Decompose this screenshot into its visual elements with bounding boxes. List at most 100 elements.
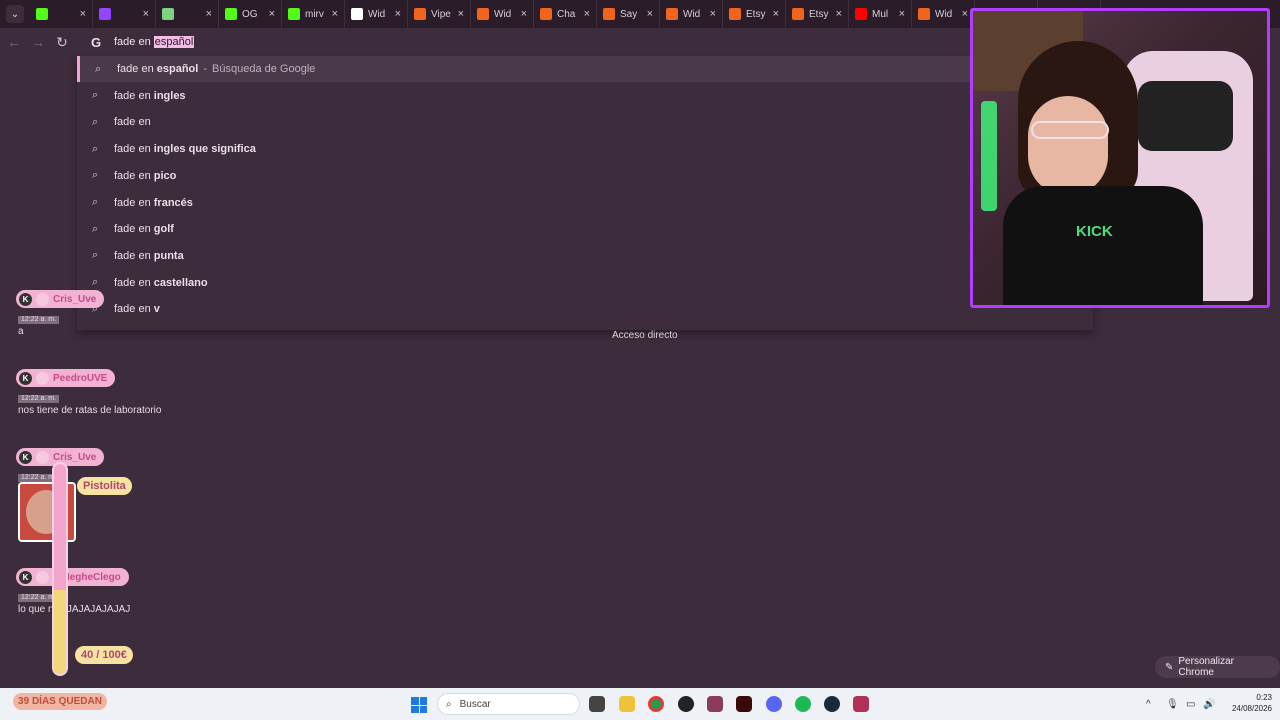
shortcut-label[interactable]: Acceso directo — [612, 330, 678, 341]
etsy-icon — [729, 8, 741, 20]
browser-tab[interactable]: OG × — [219, 0, 282, 28]
browser-tab[interactable]: × — [156, 0, 219, 28]
suggestion-completion: ingles — [153, 89, 186, 102]
browser-tab[interactable]: Say × — [597, 0, 660, 28]
suggestion-item[interactable]: ⌕ fade en francés — [77, 190, 1093, 216]
search-icon: ⌕ — [92, 169, 99, 182]
suggestion-item[interactable]: ⌕ fade en golf — [77, 216, 1093, 242]
suggestion-item[interactable]: ⌕ fade en castellano — [77, 270, 1093, 296]
close-tab-icon[interactable]: × — [458, 8, 464, 20]
omnibox-typed-text: fade en — [114, 36, 154, 48]
close-tab-icon[interactable]: × — [899, 8, 905, 20]
close-tab-icon[interactable]: × — [80, 8, 86, 20]
discord-icon[interactable] — [766, 696, 782, 712]
tab-search-button[interactable]: ⌄ — [6, 5, 24, 23]
microphone-icon[interactable]: 🎙 — [1166, 699, 1179, 710]
tab-title: mirv — [305, 8, 324, 20]
reload-button[interactable]: ↻ — [50, 34, 74, 51]
steam-icon[interactable] — [824, 696, 840, 712]
suggestion-item[interactable]: ⌕ fade en español - Búsqueda de Google — [77, 56, 1093, 82]
obs-icon[interactable] — [678, 696, 694, 712]
suggestion-item[interactable]: ⌕ fade en — [77, 109, 1093, 135]
close-tab-icon[interactable]: × — [962, 8, 968, 20]
network-icon[interactable]: ▭ — [1186, 699, 1195, 710]
browser-tab[interactable]: Wid × — [345, 0, 408, 28]
suggestion-text: fade en golf — [114, 223, 174, 235]
browser-tab[interactable]: Wid × — [912, 0, 975, 28]
close-tab-icon[interactable]: × — [773, 8, 779, 20]
illustrator-icon[interactable] — [736, 696, 752, 712]
taskbar-clock[interactable]: 0:23 24/08/2026 — [1222, 692, 1272, 714]
chat-username: Cris_Uve — [53, 451, 97, 463]
suggestion-item[interactable]: ⌕ fade en punta — [77, 243, 1093, 269]
spotify-icon[interactable] — [795, 696, 811, 712]
close-tab-icon[interactable]: × — [269, 8, 275, 20]
windows-start-icon[interactable] — [411, 697, 427, 713]
browser-tab[interactable]: Mul × — [849, 0, 912, 28]
search-icon: ⌕ — [446, 698, 452, 710]
close-tab-icon[interactable]: × — [143, 8, 149, 20]
shirt-logo: KICK — [1076, 223, 1113, 240]
close-tab-icon[interactable]: × — [206, 8, 212, 20]
browser-tab[interactable]: Wid × — [471, 0, 534, 28]
file-explorer-icon[interactable] — [619, 696, 635, 712]
suggestion-text: fade en castellano — [114, 277, 208, 289]
back-button[interactable]: ← — [2, 34, 26, 50]
suggestion-item[interactable]: ⌕ fade en ingles que significa — [77, 136, 1093, 162]
close-tab-icon[interactable]: × — [710, 8, 716, 20]
forward-button[interactable]: → — [26, 34, 50, 50]
close-tab-icon[interactable]: × — [332, 8, 338, 20]
suggestion-prefix: fade en — [114, 196, 154, 209]
suggestion-item[interactable]: ⌕ fade en pico — [77, 163, 1093, 189]
youtube-icon — [855, 8, 867, 20]
browser-tab[interactable]: mirv × — [282, 0, 345, 28]
suggestion-item[interactable]: ⌕ fade en v — [77, 296, 1093, 322]
close-tab-icon[interactable]: × — [584, 8, 590, 20]
suggestion-prefix: fade en — [114, 223, 154, 236]
browser-tab[interactable]: Vipe × — [408, 0, 471, 28]
close-tab-icon[interactable]: × — [647, 8, 653, 20]
close-tab-icon[interactable]: × — [395, 8, 401, 20]
tab-title: Say — [620, 8, 638, 20]
chair-headrest — [1138, 81, 1233, 151]
suggestion-text: fade en español - Búsqueda de Google — [117, 63, 315, 75]
obs-remote-icon — [162, 8, 174, 20]
close-tab-icon[interactable]: × — [521, 8, 527, 20]
streamlabs-icon[interactable] — [707, 696, 723, 712]
etsy-icon — [477, 8, 489, 20]
show-hidden-icons[interactable]: ^ — [1146, 699, 1151, 710]
suggestion-item[interactable]: ⌕ fade en ingles — [77, 83, 1093, 109]
chat-message: lo que nos JAJAJAJAJAJ — [18, 604, 131, 615]
address-input[interactable]: fade en español — [114, 36, 195, 48]
sub-badge-icon — [36, 292, 49, 306]
browser-tab[interactable]: Etsy × — [786, 0, 849, 28]
browser-tab[interactable]: Wid × — [660, 0, 723, 28]
kick-icon: K — [19, 450, 32, 464]
pencil-icon: ✎ — [1165, 661, 1174, 673]
customize-chrome-button[interactable]: ✎ Personalizar Chrome — [1155, 656, 1280, 678]
volume-icon[interactable]: 🔊 — [1203, 699, 1215, 710]
sub-badge-icon — [36, 450, 49, 464]
etsy-icon — [918, 8, 930, 20]
kick-icon — [225, 8, 237, 20]
google-icon: G — [91, 35, 102, 50]
browser-tab[interactable]: × — [93, 0, 156, 28]
tab-title: OG — [242, 8, 258, 20]
goal-progress-fill — [54, 590, 66, 674]
days-left-badge: 39 DÍAS QUEDAN — [13, 693, 107, 710]
taskbar-search[interactable]: ⌕ Buscar — [437, 693, 580, 715]
suggestion-prefix: fade en — [114, 303, 154, 316]
browser-tab[interactable]: × — [30, 0, 93, 28]
etsy-icon — [603, 8, 615, 20]
kick-icon: K — [19, 570, 32, 584]
close-tab-icon[interactable]: × — [836, 8, 842, 20]
goal-amount: 40 / 100€ — [75, 646, 133, 664]
chrome-icon[interactable] — [648, 696, 664, 712]
search-icon: ⌕ — [92, 142, 99, 155]
browser-tab[interactable]: Etsy × — [723, 0, 786, 28]
capcut-icon[interactable] — [853, 696, 869, 712]
browser-tab[interactable]: Cha × — [534, 0, 597, 28]
windows-taskbar — [0, 688, 1280, 720]
suggestion-completion: castellano — [153, 276, 208, 289]
task-view-icon[interactable] — [589, 696, 605, 712]
